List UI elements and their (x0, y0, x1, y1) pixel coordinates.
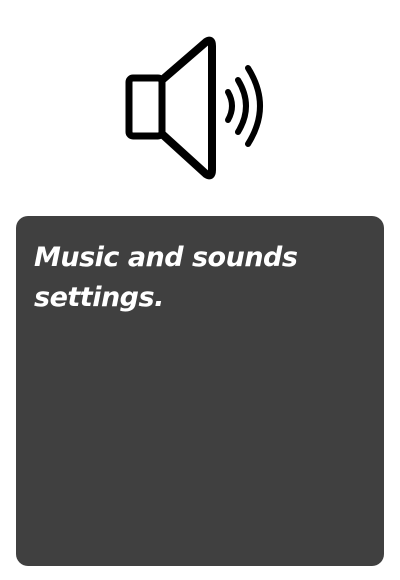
settings-screen: Music and sounds settings. (0, 0, 400, 580)
panel-description: Music and sounds settings. (34, 242, 298, 313)
info-panel: Music and sounds settings. (16, 216, 384, 566)
speaker-volume-icon[interactable] (124, 34, 276, 182)
